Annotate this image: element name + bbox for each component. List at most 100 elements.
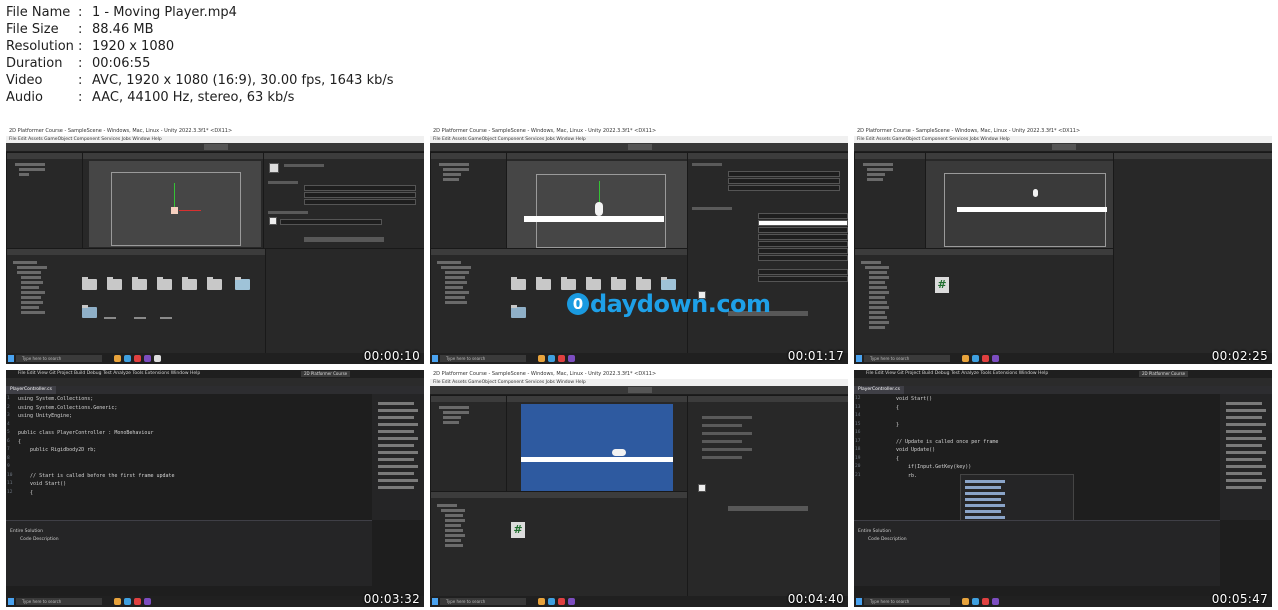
- edge-icon[interactable]: [972, 598, 979, 605]
- info-value: AAC, 44100 Hz, stereo, 63 kb/s: [92, 90, 295, 105]
- error-list: Entire Solution Code Description: [854, 520, 1220, 586]
- windows-start-icon[interactable]: [8, 598, 14, 605]
- tab-playercontroller[interactable]: PlayerController.cs: [6, 386, 56, 394]
- info-row-filesize: File Size:88.46 MB: [6, 22, 154, 37]
- edge-icon[interactable]: [548, 598, 555, 605]
- code-text[interactable]: using System.Collections; using System.C…: [18, 395, 175, 497]
- unity-icon[interactable]: [154, 355, 161, 362]
- thumbnail-3[interactable]: 2D Platformer Course - SampleScene - Win…: [854, 127, 1272, 364]
- vs-tabs: PlayerController.cs: [6, 386, 424, 394]
- info-row-resolution: Resolution:1920 x 1080: [6, 39, 175, 54]
- info-key: Duration: [6, 56, 63, 71]
- info-value: 88.46 MB: [92, 22, 154, 37]
- tab-playercontroller[interactable]: PlayerController.cs: [854, 386, 904, 394]
- file-info: File Name:1 - Moving Player.mp4 File Siz…: [6, 4, 394, 106]
- solution-explorer: [1220, 394, 1272, 520]
- vs-toolbar: [854, 378, 1272, 386]
- code-text[interactable]: void Start() { } // Update is called onc…: [896, 395, 998, 480]
- taskbar: Type here to search: [854, 596, 1272, 607]
- play-controls: [204, 144, 228, 150]
- app-icon[interactable]: [558, 598, 565, 605]
- vs-icon[interactable]: [992, 598, 999, 605]
- timestamp: 00:00:10: [363, 349, 420, 363]
- thumbnail-5[interactable]: 2D Platformer Course - SampleScene - Win…: [430, 370, 848, 607]
- windows-start-icon[interactable]: [8, 355, 14, 362]
- watermark-logo: 0 daydown.com: [567, 290, 771, 318]
- taskbar-search[interactable]: Type here to search: [864, 598, 950, 605]
- edge-icon[interactable]: [124, 355, 131, 362]
- info-row-duration: Duration:00:06:55: [6, 56, 151, 71]
- app-icon[interactable]: [558, 355, 565, 362]
- edge-icon[interactable]: [548, 355, 555, 362]
- line-numbers: 12 13 14 15 16 17 18 19 20 21: [855, 396, 861, 478]
- inspector-panel: [263, 152, 424, 249]
- vs-title-bar: File Edit View Git Project Build Debug T…: [854, 370, 1272, 378]
- explorer-icon[interactable]: [538, 598, 545, 605]
- inspector-panel: [1113, 152, 1272, 354]
- vs-title-bar: File Edit View Git Project Build Debug T…: [6, 370, 424, 378]
- menu-bar: File Edit Assets GameObject Component Se…: [430, 136, 848, 143]
- inspector-panel: [687, 395, 848, 597]
- error-columns: Code Description: [868, 537, 907, 542]
- hierarchy-panel: [6, 152, 83, 249]
- explorer-icon[interactable]: [114, 355, 121, 362]
- explorer-icon[interactable]: [962, 355, 969, 362]
- windows-start-icon[interactable]: [432, 355, 438, 362]
- vs-icon[interactable]: [568, 598, 575, 605]
- error-scope[interactable]: Entire Solution: [858, 529, 891, 534]
- windows-start-icon[interactable]: [856, 355, 862, 362]
- scene-panel: [506, 152, 688, 249]
- info-row-audio: Audio: AAC, 44100 Hz, stereo, 63 kb/s: [6, 90, 295, 105]
- vs-icon[interactable]: [992, 355, 999, 362]
- code-editor[interactable]: 1 2 3 4 5 6 7 8 9 10 11 12 using System.…: [6, 394, 372, 520]
- taskbar: Type here to search: [854, 353, 1272, 364]
- vs-icon[interactable]: [144, 598, 151, 605]
- explorer-icon[interactable]: [962, 598, 969, 605]
- info-row-video: Video: AVC, 1920 x 1080 (16:9), 30.00 fps…: [6, 73, 394, 88]
- thumbnail-2[interactable]: 2D Platformer Course - SampleScene - Win…: [430, 127, 848, 364]
- taskbar-search[interactable]: Type here to search: [16, 355, 102, 362]
- project-panel: [6, 248, 266, 354]
- game-panel: [506, 395, 688, 492]
- explorer-icon[interactable]: [538, 355, 545, 362]
- windows-start-icon[interactable]: [856, 598, 862, 605]
- app-icon[interactable]: [982, 598, 989, 605]
- menu-bar: File Edit Assets GameObject Component Se…: [6, 136, 424, 143]
- windows-start-icon[interactable]: [432, 598, 438, 605]
- info-value: 00:06:55: [92, 56, 151, 71]
- taskbar-search[interactable]: Type here to search: [16, 598, 102, 605]
- taskbar: Type here to search: [6, 353, 424, 364]
- app-icon[interactable]: [134, 598, 141, 605]
- app-icon[interactable]: [982, 355, 989, 362]
- error-scope[interactable]: Entire Solution: [10, 529, 43, 534]
- csharp-script-icon[interactable]: #: [935, 277, 949, 293]
- csharp-script-icon[interactable]: #: [511, 522, 525, 538]
- vs-icon[interactable]: [568, 355, 575, 362]
- thumbnail-4[interactable]: File Edit View Git Project Build Debug T…: [6, 370, 424, 607]
- taskbar: Type here to search: [430, 353, 848, 364]
- thumbnail-6[interactable]: File Edit View Git Project Build Debug T…: [854, 370, 1272, 607]
- menu-bar: File Edit Assets GameObject Component Se…: [854, 136, 1272, 143]
- app-icon[interactable]: [134, 355, 141, 362]
- error-columns: Code Description: [20, 537, 59, 542]
- toolbar: [6, 143, 424, 151]
- thumbnail-1[interactable]: 2D Platformer Course - SampleScene - Win…: [6, 127, 424, 364]
- info-key: File Size: [6, 22, 59, 37]
- timestamp: 00:01:17: [787, 349, 844, 363]
- info-value: AVC, 1920 x 1080 (16:9), 30.00 fps, 1643…: [92, 73, 394, 88]
- vs-icon[interactable]: [144, 355, 151, 362]
- taskbar-search[interactable]: Type here to search: [440, 355, 526, 362]
- error-list: Entire Solution Code Description: [6, 520, 372, 586]
- line-numbers: 1 2 3 4 5 6 7 8 9 10 11 12: [7, 396, 13, 495]
- edge-icon[interactable]: [972, 355, 979, 362]
- taskbar-search[interactable]: Type here to search: [864, 355, 950, 362]
- hierarchy-panel: [430, 152, 507, 249]
- toolbar: [854, 143, 1272, 151]
- game-panel: [925, 152, 1114, 249]
- edge-icon[interactable]: [124, 598, 131, 605]
- info-key: Video: [6, 73, 43, 88]
- taskbar-search[interactable]: Type here to search: [440, 598, 526, 605]
- timestamp: 00:04:40: [787, 592, 844, 606]
- watermark-icon: 0: [567, 293, 589, 315]
- explorer-icon[interactable]: [114, 598, 121, 605]
